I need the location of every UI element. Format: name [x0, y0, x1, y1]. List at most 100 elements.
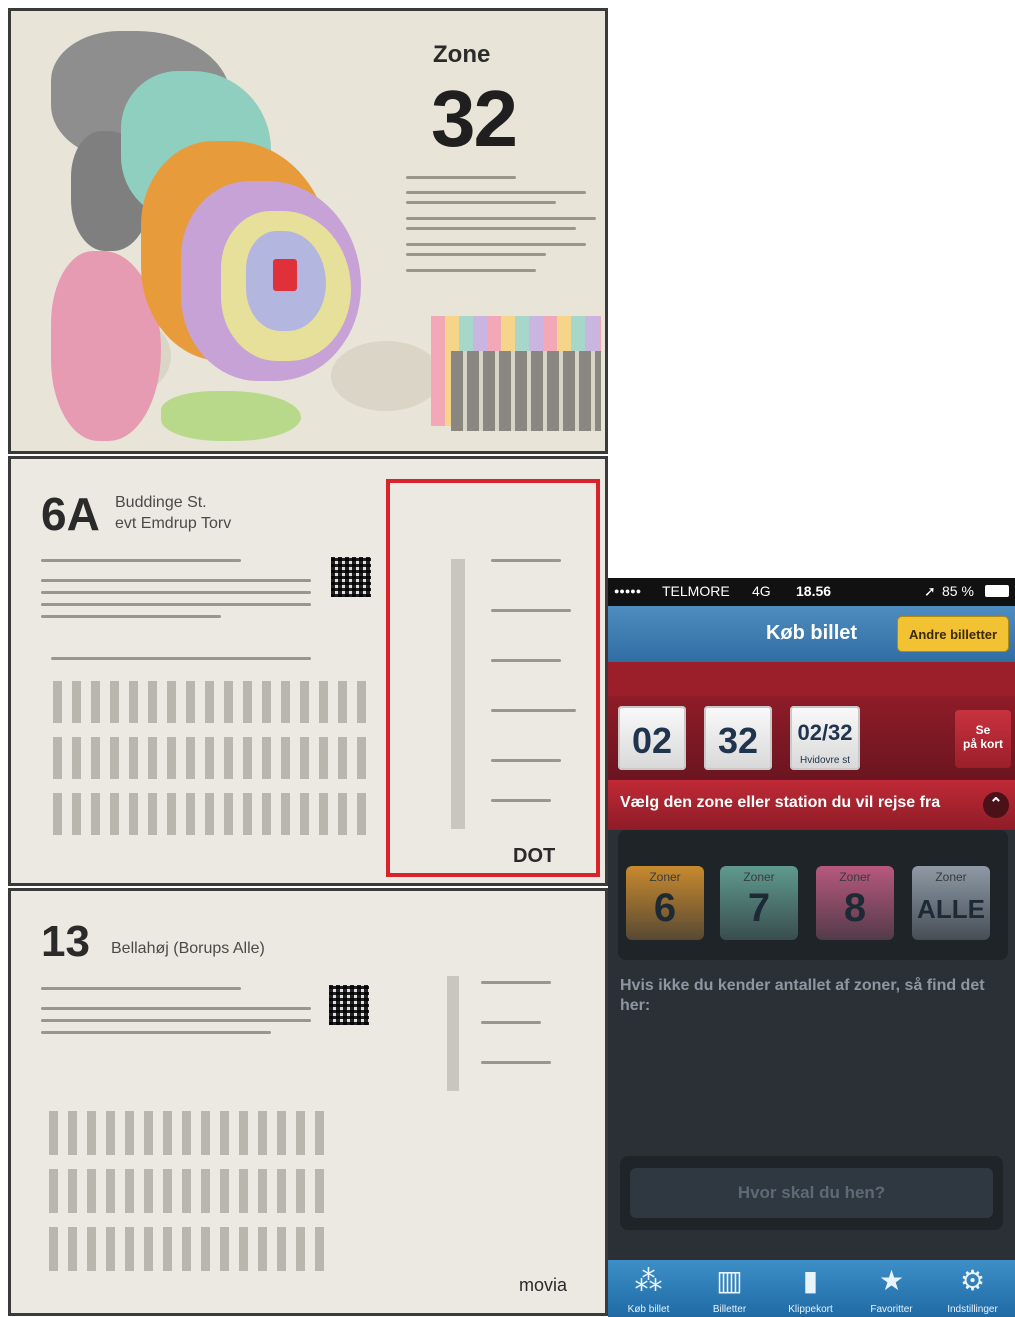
route-stop-column — [451, 559, 465, 829]
network-label: 4G — [752, 583, 771, 599]
zone-tile-station-name: Hvidovre st — [799, 755, 850, 766]
zone-button-all[interactable]: Zoner ALLE — [912, 866, 990, 940]
tab-label: Favoritter — [870, 1304, 913, 1315]
fine-print-line — [41, 579, 311, 582]
clock: 18.56 — [796, 583, 832, 599]
route-number: 13 — [41, 917, 90, 966]
fine-print-line — [481, 1021, 541, 1024]
fine-print-line — [491, 759, 561, 762]
fine-print-line — [41, 1031, 271, 1034]
zone-button-value: ALLE — [917, 894, 985, 924]
route-number: 6A — [41, 488, 100, 540]
operator-logo: DOT — [513, 845, 556, 867]
fine-print-line — [406, 217, 596, 220]
fine-print-line — [406, 191, 586, 194]
tab-tickets[interactable]: ▥ Billetter — [689, 1260, 770, 1317]
zone-label: Zone — [433, 41, 491, 68]
timetable-grid — [53, 793, 366, 835]
zone-button-6[interactable]: Zoner 6 — [626, 866, 704, 940]
fine-print-line — [491, 709, 576, 712]
buy-ticket-icon: ⁂ — [634, 1265, 663, 1296]
highlight-box — [386, 479, 600, 877]
fine-print-line — [41, 603, 311, 606]
zone-button-7[interactable]: Zoner 7 — [720, 866, 798, 940]
tab-label: Billetter — [712, 1304, 747, 1315]
status-bar: ●●●●● TELMORE 4G 18.56 ➚ 85 % — [608, 578, 1015, 606]
timetable-grid — [53, 681, 366, 723]
timetable-grid — [49, 1169, 324, 1213]
fine-print-line — [491, 609, 571, 612]
fine-print-line — [481, 981, 551, 984]
destination-container: Hvor skal du hen? — [620, 1156, 1003, 1230]
zone-button-label: Zoner — [839, 870, 871, 884]
signal-indicator: ●●●●● — [614, 586, 642, 596]
route-stop-column — [447, 976, 459, 1091]
zone-number: 32 — [431, 74, 518, 163]
tickets-icon: ▥ — [716, 1265, 743, 1296]
header-stripe — [608, 662, 1015, 696]
tab-favorites[interactable]: ★ Favoritter — [851, 1260, 932, 1317]
zone-tile-station[interactable]: 02/32 Hvidovre st — [790, 706, 860, 770]
zone-button-value: 7 — [747, 886, 771, 930]
fine-print-line — [51, 657, 311, 660]
tab-label: Indstillinger — [947, 1304, 998, 1315]
fine-print-line — [406, 269, 536, 272]
zone-button-8[interactable]: Zoner 8 — [816, 866, 894, 940]
zone-selector: 02 32 02/32 Hvidovre st Se på kort — [608, 696, 1015, 780]
star-icon: ★ — [878, 1265, 905, 1296]
tab-settings[interactable]: ⚙ Indstillinger — [932, 1260, 1013, 1317]
fine-print-line — [41, 987, 241, 990]
route-destination: Buddinge St. — [115, 494, 207, 511]
punch-card-icon: ▮ — [802, 1265, 819, 1296]
gear-icon: ⚙ — [959, 1265, 986, 1296]
zone-map-poster: Zone 32 — [8, 8, 608, 454]
zone-button-value: 6 — [653, 886, 677, 930]
show-on-map-button[interactable]: Se på kort — [955, 710, 1011, 768]
operator-logo: movia — [519, 1275, 568, 1295]
fine-print-line — [41, 559, 241, 562]
fine-print-line — [406, 253, 546, 256]
battery-percent: 85 % — [942, 583, 974, 599]
tab-label: Køb billet — [627, 1304, 670, 1315]
instruction-banner: Vælg den zone eller station du vil rejse… — [608, 780, 1015, 830]
fine-print-line — [41, 591, 311, 594]
zone-button-label: Zoner — [649, 870, 681, 884]
map-button-line1: Se — [975, 723, 991, 737]
fine-print-line — [41, 1007, 311, 1010]
zone-button-label: Zoner — [743, 870, 775, 884]
fine-print-line — [41, 1019, 311, 1022]
fine-print-line — [41, 615, 221, 618]
fine-print-line — [406, 201, 556, 204]
fine-print-line — [406, 227, 576, 230]
qr-code — [331, 557, 371, 597]
qr-code — [329, 985, 369, 1025]
chevron-up-icon[interactable]: ⌃ — [983, 792, 1009, 818]
destination-input[interactable]: Hvor skal du hen? — [630, 1168, 993, 1218]
zone-tile-value: 02 — [631, 720, 673, 761]
fine-print-line — [491, 559, 561, 562]
location-icon: ➚ — [924, 583, 936, 599]
zone-price-bars — [451, 351, 601, 431]
zone-button-label: Zoner — [935, 870, 967, 884]
map-button-line2: på kort — [962, 737, 1003, 751]
tab-punch-card[interactable]: ▮ Klippekort — [770, 1260, 851, 1317]
map-region-zone-32 — [273, 259, 297, 291]
timetable-grid — [49, 1227, 324, 1271]
fine-print-line — [406, 243, 586, 246]
carrier-label: TELMORE — [662, 583, 730, 599]
fine-print-line — [481, 1061, 551, 1064]
instruction-text: Vælg den zone eller station du vil rejse… — [620, 794, 941, 811]
fine-print-line — [406, 176, 516, 179]
zone-tile-zone[interactable]: 32 — [704, 706, 772, 770]
tab-buy-ticket[interactable]: ⁂ Køb billet — [608, 1260, 689, 1317]
timetable-grid — [49, 1111, 324, 1155]
fine-print-line — [491, 659, 561, 662]
map-region — [161, 391, 301, 441]
other-tickets-button[interactable]: Andre billetter — [897, 616, 1009, 652]
help-text: Hvis ikke du kender antallet af zoner, s… — [620, 977, 985, 1014]
zone-tile-value: 02/32 — [797, 720, 853, 745]
route-destination-alt: evt Emdrup Torv — [115, 515, 232, 532]
zone-button-value: 8 — [843, 886, 867, 930]
timetable-grid — [53, 737, 366, 779]
zone-tile-from[interactable]: 02 — [618, 706, 686, 770]
